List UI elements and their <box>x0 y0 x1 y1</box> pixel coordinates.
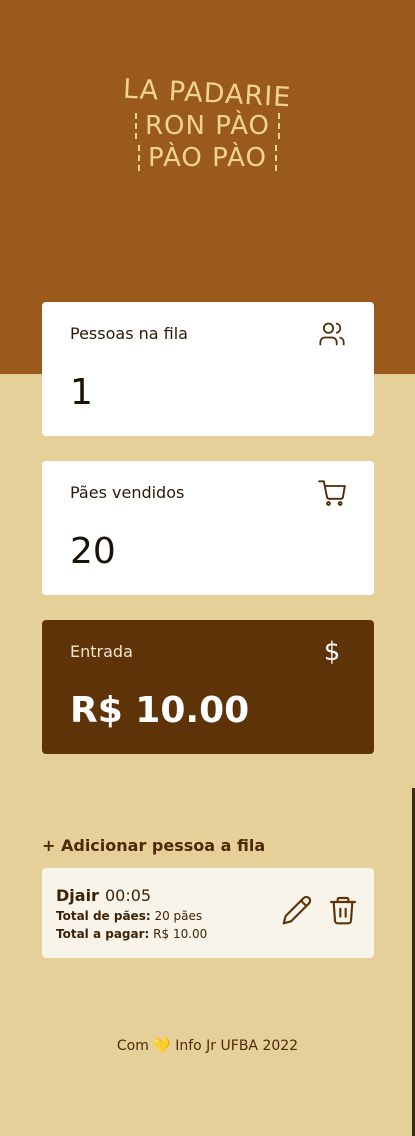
total-pay-row: Total a pagar: R$ 10.00 <box>56 927 207 941</box>
queue-count-label: Pessoas na fila <box>70 324 188 343</box>
revenue-value: R$ 10.00 <box>70 690 250 731</box>
delete-trash-icon[interactable] <box>327 894 359 926</box>
queue-list-item: Djair 00:05 Total de pães: 20 pães Total… <box>42 868 374 958</box>
logo-line-3-row: PÀO PÀO <box>0 143 415 173</box>
add-person-button[interactable]: + Adicionar pessoa a fila <box>42 836 265 855</box>
total-pay-label: Total a pagar: <box>56 927 150 941</box>
revenue-card: Entrada $ R$ 10.00 <box>42 620 374 754</box>
cart-icon <box>318 480 346 506</box>
customer-wait-time: 00:05 <box>105 886 152 905</box>
edit-pencil-icon[interactable] <box>281 894 313 926</box>
queue-count-card: Pessoas na fila 1 <box>42 302 374 436</box>
total-breads-label: Total de pães: <box>56 909 151 923</box>
logo-line-2-row: RON PÀO <box>0 111 415 141</box>
breads-sold-card: Pães vendidos 20 <box>42 461 374 595</box>
logo-line-3: PÀO PÀO <box>148 143 267 173</box>
breads-sold-label: Pães vendidos <box>70 483 185 502</box>
footer-prefix: Com <box>116 1038 149 1054</box>
total-breads-value: 20 pães <box>154 909 203 923</box>
breads-sold-value: 20 <box>70 531 116 572</box>
total-pay-value: R$ 10.00 <box>153 927 208 941</box>
queue-count-value: 1 <box>70 372 93 413</box>
heart-icon: 💛 <box>153 1038 171 1054</box>
users-icon <box>319 322 345 346</box>
footer-credit: Com 💛 Info Jr UFBA 2022 <box>0 1038 415 1054</box>
total-breads-row: Total de pães: 20 pães <box>56 909 202 923</box>
bakery-logo: LA PADARIE RON PÀO PÀO PÀO <box>0 74 415 173</box>
customer-name: Djair <box>56 886 99 905</box>
logo-line-2: RON PÀO <box>144 111 271 141</box>
logo-line-1: LA PADARIE <box>122 73 293 114</box>
dollar-icon: $ <box>323 637 341 667</box>
footer-suffix: Info Jr UFBA 2022 <box>175 1038 299 1054</box>
revenue-label: Entrada <box>70 642 133 661</box>
